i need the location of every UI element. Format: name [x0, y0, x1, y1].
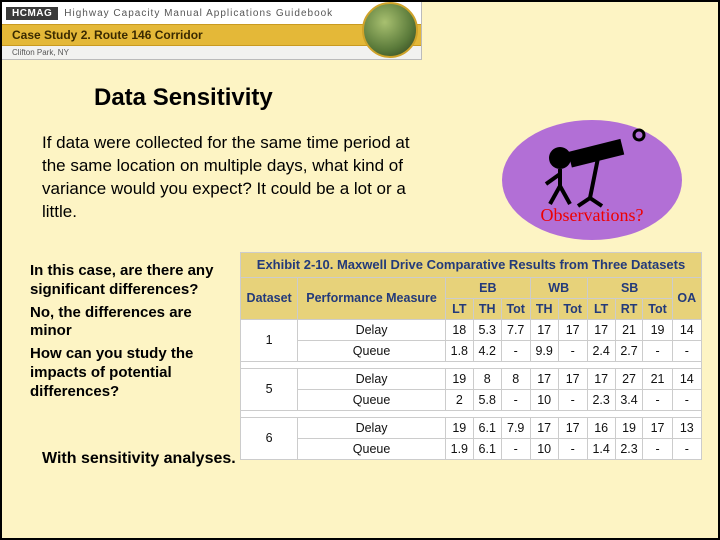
table-cell: 13 — [672, 417, 701, 438]
table-cell: 2.4 — [587, 340, 615, 361]
table-cell: 17 — [530, 417, 558, 438]
table-cell: - — [672, 389, 701, 410]
table-cell: 17 — [587, 368, 615, 389]
table-cell: 7.9 — [501, 417, 530, 438]
th-sb-lt: LT — [587, 298, 615, 319]
table-cell-measure: Delay — [298, 417, 446, 438]
header-banner: HCMAG Highway Capacity Manual Applicatio… — [2, 2, 422, 60]
table-cell: 17 — [558, 368, 587, 389]
bubble-label: Observations? — [541, 205, 644, 226]
table-cell: 1.4 — [587, 438, 615, 459]
th-wb: WB — [530, 277, 587, 298]
th-eb-lt: LT — [445, 298, 473, 319]
table-cell: 14 — [672, 319, 701, 340]
slide: HCMAG Highway Capacity Manual Applicatio… — [0, 0, 720, 540]
th-pm: Performance Measure — [298, 277, 446, 319]
table-cell: - — [643, 438, 672, 459]
th-eb-th: TH — [473, 298, 501, 319]
table-cell: - — [558, 438, 587, 459]
table-cell: 19 — [445, 368, 473, 389]
th-oa: OA — [672, 277, 701, 319]
question-2: In this case, are there any significant … — [30, 262, 230, 300]
table-cell: - — [558, 340, 587, 361]
header-location: Clifton Park, NY — [2, 46, 421, 59]
qa-column: In this case, are there any significant … — [30, 262, 230, 405]
table-cell: 17 — [558, 417, 587, 438]
table-cell: 1.9 — [445, 438, 473, 459]
table-cell: 17 — [530, 319, 558, 340]
table-cell: 5.8 — [473, 389, 501, 410]
table-cell: 21 — [615, 319, 643, 340]
table-cell: 6.1 — [473, 417, 501, 438]
th-sb-tot: Tot — [643, 298, 672, 319]
table-cell-measure: Delay — [298, 368, 446, 389]
table-cell: 2.3 — [587, 389, 615, 410]
table-cell: 17 — [558, 319, 587, 340]
table-cell: - — [672, 340, 701, 361]
table-cell: 19 — [445, 417, 473, 438]
table-cell: 10 — [530, 389, 558, 410]
table-cell: - — [672, 438, 701, 459]
table-cell: 19 — [643, 319, 672, 340]
answer-3: With sensitivity analyses. — [42, 450, 236, 468]
table-cell: - — [643, 340, 672, 361]
table-cell: 2.3 — [615, 438, 643, 459]
th-eb: EB — [445, 277, 530, 298]
table-cell: 8 — [473, 368, 501, 389]
table-cell: - — [643, 389, 672, 410]
th-wb-tot: Tot — [558, 298, 587, 319]
observations-bubble: Observations? — [502, 120, 682, 240]
table-cell: 8 — [501, 368, 530, 389]
table-cell: 19 — [615, 417, 643, 438]
table-cell: - — [558, 389, 587, 410]
table-cell: - — [501, 340, 530, 361]
table-cell: 14 — [672, 368, 701, 389]
table-cell-measure: Queue — [298, 438, 446, 459]
table-cell: 10 — [530, 438, 558, 459]
table-cell-measure: Queue — [298, 340, 446, 361]
header-photo-circle — [362, 2, 418, 58]
table-cell: - — [501, 438, 530, 459]
table-cell: 3.4 — [615, 389, 643, 410]
question-1: If data were collected for the same time… — [42, 132, 422, 224]
th-dataset: Dataset — [241, 277, 298, 319]
table-cell: 16 — [587, 417, 615, 438]
telescope-icon — [540, 128, 650, 208]
table-cell: 27 — [615, 368, 643, 389]
table-cell: 7.7 — [501, 319, 530, 340]
th-sb-rt: RT — [615, 298, 643, 319]
table-cell: 2.7 — [615, 340, 643, 361]
table-cell: 21 — [643, 368, 672, 389]
table-cell: - — [501, 389, 530, 410]
table-cell-dataset: 6 — [241, 417, 298, 459]
exhibit-title: Exhibit 2-10. Maxwell Drive Comparative … — [240, 252, 702, 277]
table-cell: 1.8 — [445, 340, 473, 361]
header-case-study: Case Study 2. Route 146 Corridor — [2, 24, 421, 46]
page-title: Data Sensitivity — [94, 84, 273, 112]
table-cell: 18 — [445, 319, 473, 340]
table-cell: 2 — [445, 389, 473, 410]
table-cell: 17 — [643, 417, 672, 438]
table-cell: 6.1 — [473, 438, 501, 459]
table-cell: 5.3 — [473, 319, 501, 340]
table-cell: 17 — [587, 319, 615, 340]
table-cell-dataset: 5 — [241, 368, 298, 410]
th-sb: SB — [587, 277, 672, 298]
hcmag-badge: HCMAG — [6, 7, 58, 20]
th-wb-th: TH — [530, 298, 558, 319]
table-cell-measure: Queue — [298, 389, 446, 410]
table-cell: 9.9 — [530, 340, 558, 361]
exhibit-table-wrap: Exhibit 2-10. Maxwell Drive Comparative … — [240, 252, 702, 460]
question-3: How can you study the impacts of potenti… — [30, 345, 230, 401]
table-cell: 17 — [530, 368, 558, 389]
table-cell: 4.2 — [473, 340, 501, 361]
table-cell-measure: Delay — [298, 319, 446, 340]
exhibit-table: Dataset Performance Measure EB WB SB OA … — [240, 277, 702, 460]
answer-2: No, the differences are minor — [30, 304, 230, 342]
th-eb-tot: Tot — [501, 298, 530, 319]
table-cell-dataset: 1 — [241, 319, 298, 361]
header-subtitle: Highway Capacity Manual Applications Gui… — [64, 8, 333, 19]
